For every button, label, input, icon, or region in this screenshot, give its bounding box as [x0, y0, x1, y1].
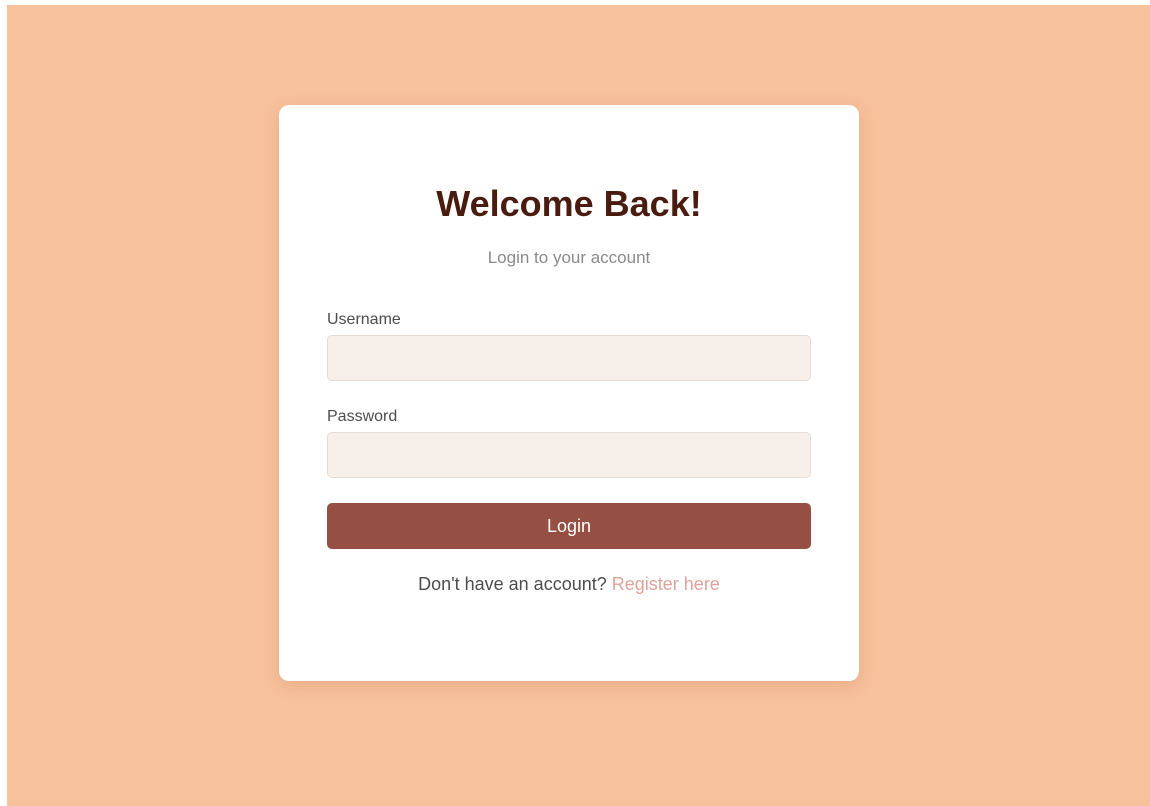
login-button[interactable]: Login: [327, 503, 811, 549]
page-subtitle: Login to your account: [487, 248, 651, 267]
register-prompt-text: Don't have an account?: [418, 574, 607, 594]
register-prompt: Don't have an account? Register here: [279, 573, 859, 595]
page-title: Welcome Back!: [436, 183, 702, 224]
password-label: Password: [327, 408, 398, 425]
password-input[interactable]: [327, 432, 811, 478]
register-link[interactable]: Register here: [612, 574, 720, 594]
username-input[interactable]: [327, 335, 811, 381]
page-background: Welcome Back! Login to your account User…: [7, 5, 1150, 806]
login-card: Welcome Back! Login to your account User…: [279, 105, 859, 681]
username-label: Username: [327, 311, 401, 328]
